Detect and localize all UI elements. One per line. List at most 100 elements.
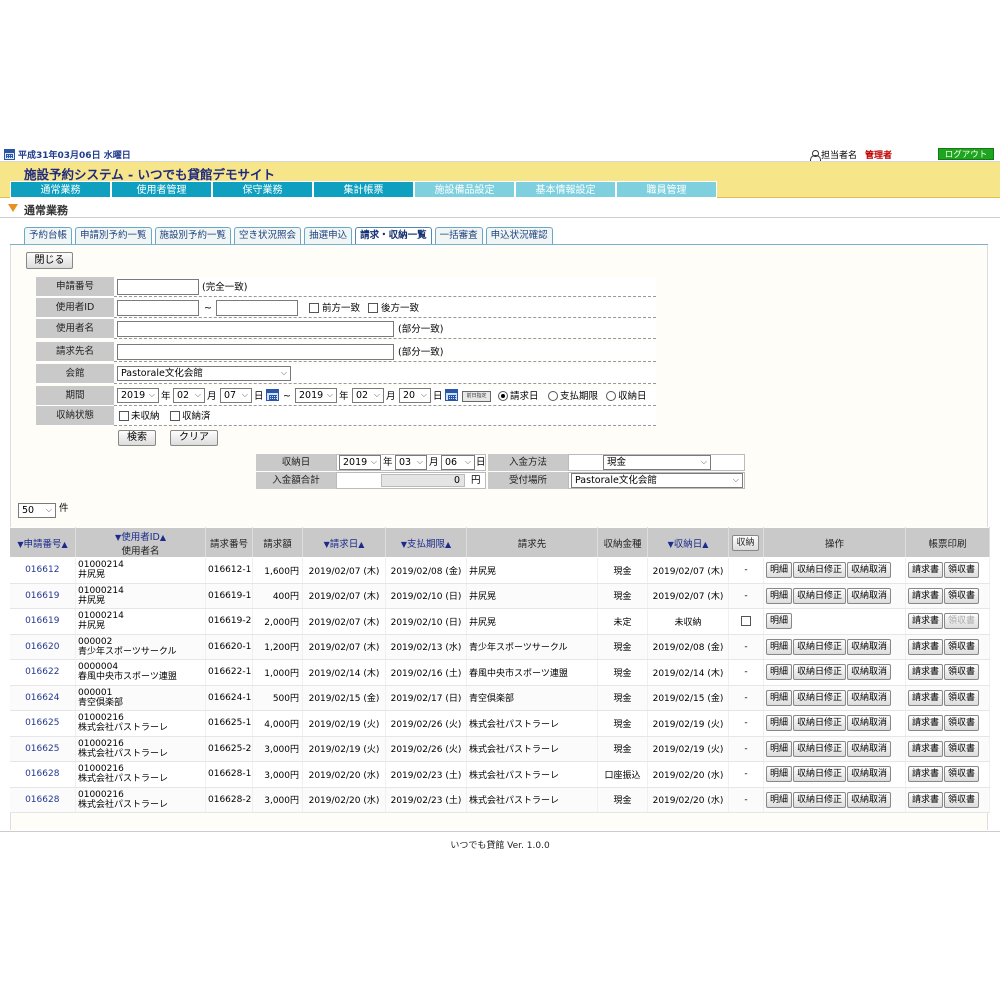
invoice-print-button[interactable]: 請求書	[908, 715, 944, 732]
cancel-receipt-button[interactable]: 収納取消	[847, 766, 892, 783]
reception-place-select[interactable]: Pastorale文化会館	[571, 473, 743, 488]
invoice-print-button[interactable]: 請求書	[908, 689, 944, 706]
receipt-month-select[interactable]: 03	[395, 455, 427, 470]
invoice-print-button[interactable]: 請求書	[908, 587, 944, 604]
receipt-print-button[interactable]: 領収書	[944, 562, 980, 579]
cancel-receipt-button[interactable]: 収納取消	[847, 715, 892, 732]
receipt-print-button[interactable]: 領収書	[944, 791, 980, 808]
user-name-input[interactable]	[117, 321, 394, 337]
cancel-receipt-button[interactable]: 収納取消	[847, 664, 892, 681]
to-calendar-icon[interactable]	[445, 389, 458, 401]
from-month-select[interactable]: 02	[173, 388, 205, 403]
application-no-link[interactable]: 016620	[25, 642, 59, 652]
edit-receipt-date-button[interactable]: 収納日修正	[793, 715, 847, 732]
receipt-print-button[interactable]: 領収書	[944, 638, 980, 655]
application-no-link[interactable]: 016624	[25, 693, 59, 703]
header-due-date[interactable]: ▼支払期限▲	[385, 527, 467, 558]
receipt-print-button[interactable]: 領収書	[944, 740, 980, 757]
tab-by-application[interactable]: 申請別予約一覧	[75, 227, 152, 245]
detail-button[interactable]: 明細	[766, 766, 793, 783]
bulk-receipt-button[interactable]: 収納	[732, 534, 759, 551]
clear-button[interactable]: クリア	[170, 430, 218, 446]
detail-button[interactable]: 明細	[766, 562, 793, 579]
receipt-year-select[interactable]: 2019	[339, 455, 381, 470]
cancel-receipt-button[interactable]: 収納取消	[847, 638, 892, 655]
search-button[interactable]: 検索	[118, 430, 156, 446]
tab-application-status[interactable]: 申込状況確認	[485, 227, 553, 245]
to-month-select[interactable]: 02	[352, 388, 384, 403]
edit-receipt-date-button[interactable]: 収納日修正	[793, 664, 847, 681]
application-no-link[interactable]: 016622	[25, 667, 59, 677]
receipt-print-button[interactable]: 領収書	[944, 664, 980, 681]
invoice-print-button[interactable]: 請求書	[908, 664, 944, 681]
application-no-link[interactable]: 016628	[25, 795, 59, 805]
receipt-print-button[interactable]: 領収書	[944, 689, 980, 706]
cancel-receipt-button[interactable]: 収納取消	[847, 740, 892, 757]
invoice-print-button[interactable]: 請求書	[908, 766, 944, 783]
per-page-select[interactable]: 50	[18, 503, 56, 518]
invoice-print-button[interactable]: 請求書	[908, 638, 944, 655]
tab-by-facility[interactable]: 施設別予約一覧	[154, 227, 232, 245]
edit-receipt-date-button[interactable]: 収納日修正	[793, 562, 847, 579]
edit-receipt-date-button[interactable]: 収納日修正	[793, 587, 847, 604]
receipt-print-button[interactable]: 領収書	[944, 766, 980, 783]
application-no-link[interactable]: 016619	[25, 591, 59, 601]
to-year-select[interactable]: 2019	[295, 388, 337, 403]
edit-receipt-date-button[interactable]: 収納日修正	[793, 766, 847, 783]
received-checkbox[interactable]	[170, 411, 180, 421]
cancel-receipt-button[interactable]: 収納取消	[847, 587, 892, 604]
user-id-from-input[interactable]	[117, 300, 199, 316]
hall-select[interactable]: Pastorale文化会館	[117, 366, 291, 381]
payment-method-select[interactable]: 現金	[603, 455, 711, 470]
header-invoice-date[interactable]: ▼請求日▲	[302, 527, 386, 558]
detail-button[interactable]: 明細	[766, 791, 793, 808]
nav-maintenance[interactable]: 保守業務	[212, 181, 313, 198]
from-year-select[interactable]: 2019	[117, 388, 159, 403]
logout-button[interactable]: ログアウト	[938, 148, 994, 160]
tab-lottery[interactable]: 抽選申込	[304, 227, 353, 245]
receipt-print-button[interactable]: 領収書	[944, 587, 980, 604]
receipt-day-select[interactable]: 06	[441, 455, 475, 470]
edit-receipt-date-button[interactable]: 収納日修正	[793, 638, 847, 655]
detail-button[interactable]: 明細	[766, 638, 793, 655]
backward-match-checkbox[interactable]	[368, 303, 378, 313]
radio-invoice-date[interactable]	[498, 391, 508, 401]
application-no-link[interactable]: 016625	[25, 718, 59, 728]
nav-staff-management[interactable]: 職員管理	[616, 181, 717, 198]
from-day-select[interactable]: 07	[220, 388, 252, 403]
radio-due-date[interactable]	[548, 391, 558, 401]
detail-button[interactable]: 明細	[766, 740, 793, 757]
radio-receipt-date[interactable]	[606, 391, 616, 401]
to-day-select[interactable]: 20	[399, 388, 431, 403]
cancel-receipt-button[interactable]: 収納取消	[847, 562, 892, 579]
tab-billing-list[interactable]: 請求・収納一覧	[355, 227, 432, 245]
application-no-input[interactable]	[117, 279, 199, 295]
nav-basic-settings[interactable]: 基本情報設定	[515, 181, 616, 198]
tab-reservation-ledger[interactable]: 予約台帳	[24, 227, 73, 245]
edit-receipt-date-button[interactable]: 収納日修正	[793, 740, 847, 757]
header-receipt-date[interactable]: ▼収納日▲	[647, 527, 729, 558]
edit-receipt-date-button[interactable]: 収納日修正	[793, 689, 847, 706]
user-id-to-input[interactable]	[216, 300, 298, 316]
edit-receipt-date-button[interactable]: 収納日修正	[793, 791, 847, 808]
unreceived-checkbox[interactable]	[119, 411, 129, 421]
nav-regular-tasks[interactable]: 通常業務	[10, 181, 111, 198]
close-button[interactable]: 閉じる	[26, 252, 73, 269]
cancel-receipt-button[interactable]: 収納取消	[847, 791, 892, 808]
application-no-link[interactable]: 016619	[25, 616, 59, 626]
nav-user-management[interactable]: 使用者管理	[111, 181, 212, 198]
detail-button[interactable]: 明細	[766, 587, 793, 604]
invoice-print-button[interactable]: 請求書	[908, 562, 944, 579]
invoice-print-button[interactable]: 請求書	[908, 613, 944, 630]
tab-bulk-review[interactable]: 一括審査	[434, 227, 483, 245]
cancel-receipt-button[interactable]: 収納取消	[847, 689, 892, 706]
preset-day-button[interactable]: 前日指定	[462, 391, 491, 402]
detail-button[interactable]: 明細	[766, 715, 793, 732]
header-app-no[interactable]: ▼申請番号▲	[9, 527, 76, 558]
nav-facility-settings[interactable]: 施設備品設定	[414, 181, 515, 198]
forward-match-checkbox[interactable]	[309, 303, 319, 313]
header-user[interactable]: ▼使用者ID▲ 使用者名	[75, 527, 206, 558]
application-no-link[interactable]: 016628	[25, 769, 59, 779]
receipt-checkbox[interactable]	[741, 616, 751, 626]
detail-button[interactable]: 明細	[766, 613, 793, 630]
